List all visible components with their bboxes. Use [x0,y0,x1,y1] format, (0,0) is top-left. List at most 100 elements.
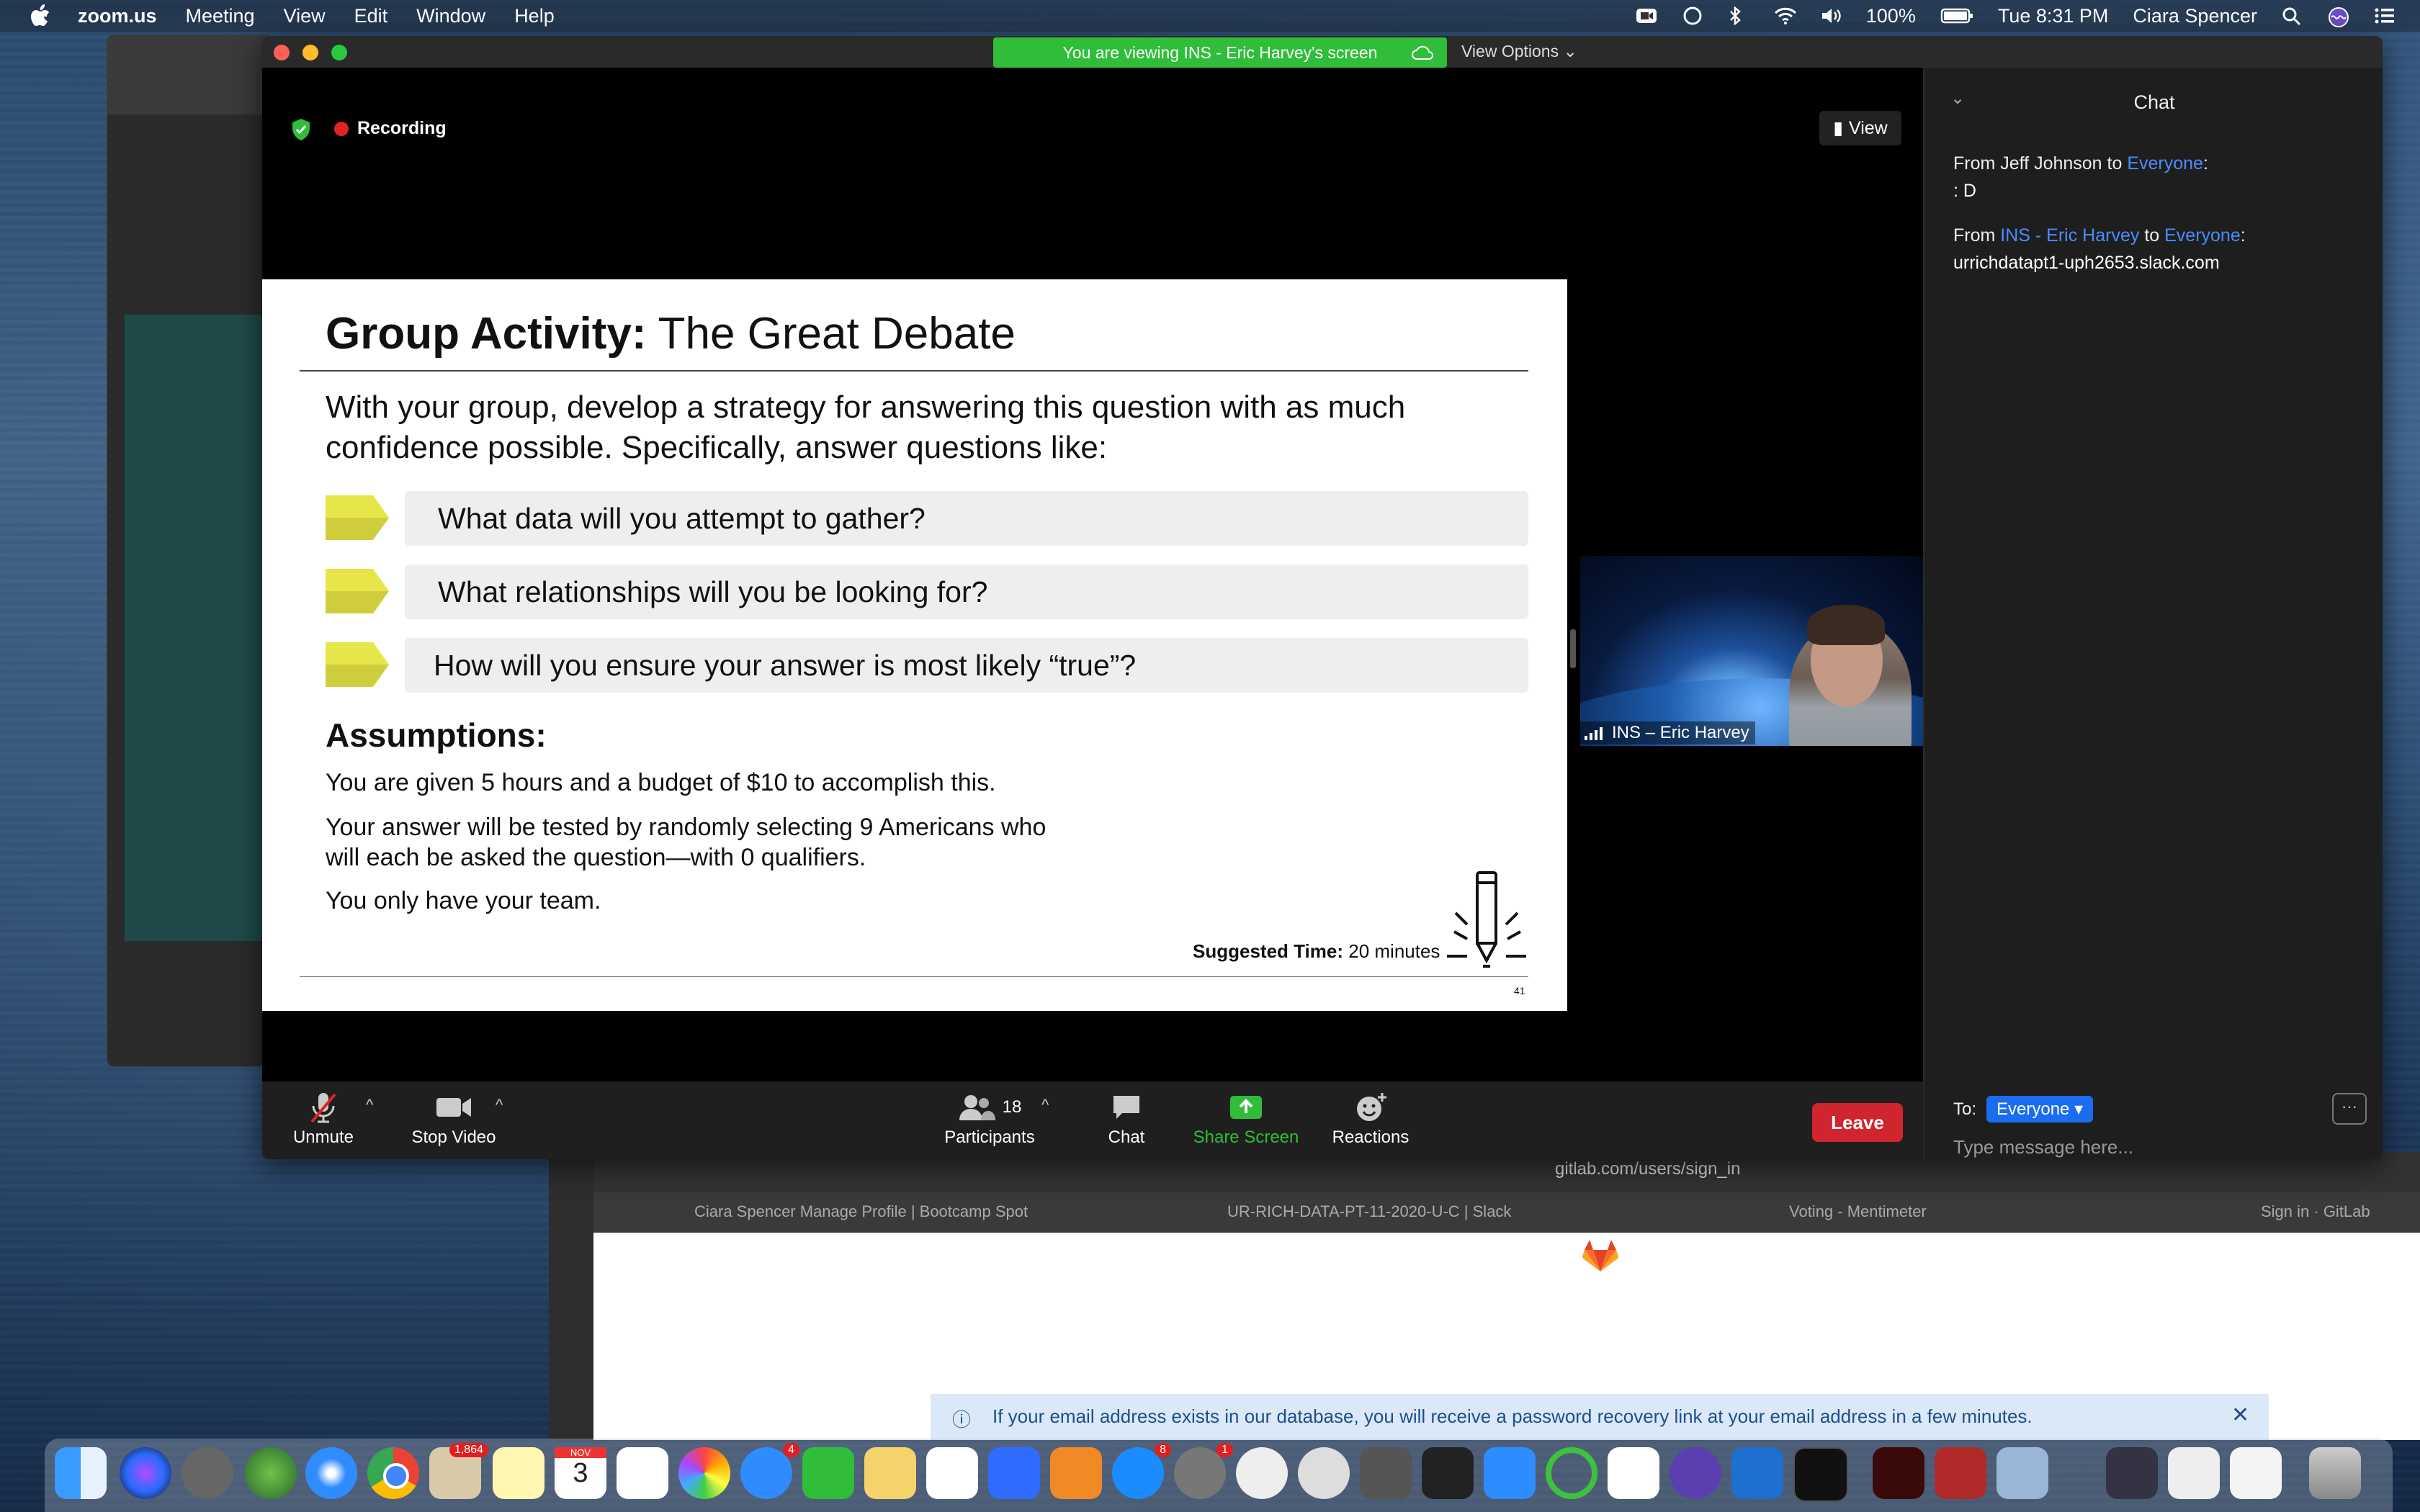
battery-icon[interactable] [1940,6,1973,25]
preview-icon[interactable] [1996,1447,2048,1499]
close-window-button[interactable] [274,45,290,60]
facetime-icon[interactable] [802,1447,854,1499]
browser-tab-gitlab[interactable]: Sign in · GitLab [2261,1202,2370,1221]
browser-tab-bar: Ciara Spencer Manage Profile | Bootcamp … [593,1192,2420,1233]
chat-message-text: : D [1953,181,1976,201]
mail-icon[interactable]: 1,864 [429,1443,488,1499]
chat-button[interactable]: Chat [1098,1090,1155,1148]
minimize-window-button[interactable] [302,45,318,60]
notice-close-icon[interactable]: ✕ [2231,1403,2249,1428]
launchpad-icon[interactable] [182,1447,233,1499]
participants-caret-icon[interactable]: ^ [1041,1096,1049,1115]
record-dot-icon [334,121,349,136]
view-options-menu[interactable]: View Options ⌄ [1461,42,1577,61]
wifi-icon[interactable] [1774,6,1796,25]
messages-icon[interactable]: 4 [740,1443,799,1499]
shared-screen-stage: Recording ▮ View Group Activity: The Gre… [262,68,1923,1081]
trash-icon[interactable] [2309,1447,2361,1499]
reactions-button[interactable]: Reactions [1324,1090,1417,1148]
chat-message-text[interactable]: urrichdatapt1-uph2653.slack.com [1953,249,2246,276]
piano-app-icon[interactable] [1422,1447,1474,1499]
finder-icon[interactable] [55,1447,107,1499]
vscode-icon[interactable] [1731,1447,1783,1499]
spotlight-search-icon[interactable] [2282,6,2303,26]
slide-page-number: 41 [1514,985,1525,996]
dock-document-thumbnail[interactable] [2230,1447,2282,1499]
browser-tab-mentimeter[interactable]: Voting - Mentimeter [1789,1202,1927,1221]
audio-options-caret-icon[interactable]: ^ [366,1096,373,1115]
stop-video-button[interactable]: Stop Video [403,1090,504,1148]
siri-icon[interactable] [2328,6,2349,27]
unmute-label: Unmute [292,1128,354,1147]
notification-center-icon[interactable] [2374,6,2396,25]
suggested-time-label: Suggested Time: [1193,940,1344,962]
disk-utility-icon[interactable] [1360,1447,1412,1499]
terminal-icon[interactable] [1793,1447,1848,1502]
globe-app-icon[interactable] [245,1447,297,1499]
zoom-dock-icon[interactable] [1484,1447,1536,1499]
chat-sender-link[interactable]: INS - Eric Harvey [2000,225,2139,246]
spinner-app-icon[interactable] [1546,1447,1597,1499]
sublime-s-icon[interactable] [1236,1447,1288,1499]
calendar-month: NOV [555,1447,606,1458]
browser-url[interactable]: gitlab.com/users/sign_in [1555,1159,1740,1179]
menu-app-name[interactable]: zoom.us [78,5,157,27]
user-name[interactable]: Ciara Spencer [2133,5,2257,27]
menu-edit[interactable]: Edit [354,5,388,27]
recording-indicator[interactable]: Recording [334,118,447,139]
browser-tab-slack[interactable]: UR-RICH-DATA-PT-11-2020-U-C | Slack [1227,1202,1511,1221]
dock-document-thumbnail[interactable] [2106,1447,2158,1499]
view-layout-button[interactable]: ▮ View [1819,111,1901,145]
clock[interactable]: Tue 8:31 PM [1998,5,2109,27]
slide-title-bold: Group Activity: [326,309,647,359]
panel-resize-handle[interactable] [1570,629,1576,668]
github-desktop-icon[interactable] [1670,1447,1721,1499]
fullscreen-window-button[interactable] [331,45,347,60]
siri-dock-icon[interactable] [120,1447,171,1499]
notes-icon[interactable] [493,1447,544,1499]
reminders-icon[interactable] [617,1447,668,1499]
chat-recipient-link[interactable]: Everyone [2127,153,2203,174]
unmute-button[interactable]: Unmute [292,1090,354,1148]
chrome-icon[interactable] [367,1447,419,1499]
dictionary-icon[interactable] [1935,1447,1986,1499]
pencil-icon [1447,871,1526,968]
chat-label: Chat [1108,1128,1145,1147]
dock-document-thumbnail[interactable] [2168,1447,2220,1499]
chat-recipient-dropdown[interactable]: Everyone ▾ [1986,1096,2094,1122]
volume-icon[interactable] [1820,6,1842,25]
photos-icon[interactable] [678,1447,730,1499]
reactions-label: Reactions [1332,1128,1410,1147]
chat-message-input[interactable]: Type message here... [1953,1136,2133,1158]
participants-button[interactable]: 18 Participants [932,1090,1047,1148]
battery-percent: 100% [1865,4,1916,27]
bluetooth-icon[interactable] [1728,6,1749,26]
books-icon[interactable] [1050,1447,1102,1499]
system-preferences-icon[interactable]: 1 [1174,1443,1233,1499]
assumption-item: Your answer will be tested by randomly s… [326,814,1047,871]
leave-meeting-button[interactable]: Leave [1812,1103,1903,1142]
calendar-icon[interactable]: NOV 3 [555,1447,606,1499]
slack-icon[interactable] [1608,1447,1659,1499]
numbers-icon[interactable] [926,1447,978,1499]
apple-icon[interactable] [29,4,50,27]
script-editor-icon[interactable] [1298,1447,1350,1499]
video-options-caret-icon[interactable]: ^ [496,1096,503,1115]
keynote-icon[interactable] [988,1447,1040,1499]
app-store-icon[interactable]: 8 [1112,1443,1171,1499]
zoom-status-icon[interactable] [1636,6,1657,25]
menu-meeting[interactable]: Meeting [186,5,255,27]
menu-window[interactable]: Window [416,5,485,27]
speaker-video-tile[interactable]: INS – Eric Harvey [1580,556,1923,746]
browser-tab-bootcamp[interactable]: Ciara Spencer Manage Profile | Bootcamp … [694,1202,1028,1221]
chat-recipient-link[interactable]: Everyone [2164,225,2241,246]
security-shield-icon[interactable] [291,118,311,141]
menu-view[interactable]: View [284,5,326,27]
chat-more-options-button[interactable]: ··· [2332,1093,2367,1125]
flash-app-icon[interactable] [1873,1447,1924,1499]
menu-help[interactable]: Help [514,5,555,27]
pages-icon[interactable] [864,1447,916,1499]
safari-icon[interactable] [305,1447,357,1499]
share-screen-button[interactable]: Share Screen [1188,1090,1304,1148]
creative-cloud-icon[interactable] [1682,6,1703,25]
